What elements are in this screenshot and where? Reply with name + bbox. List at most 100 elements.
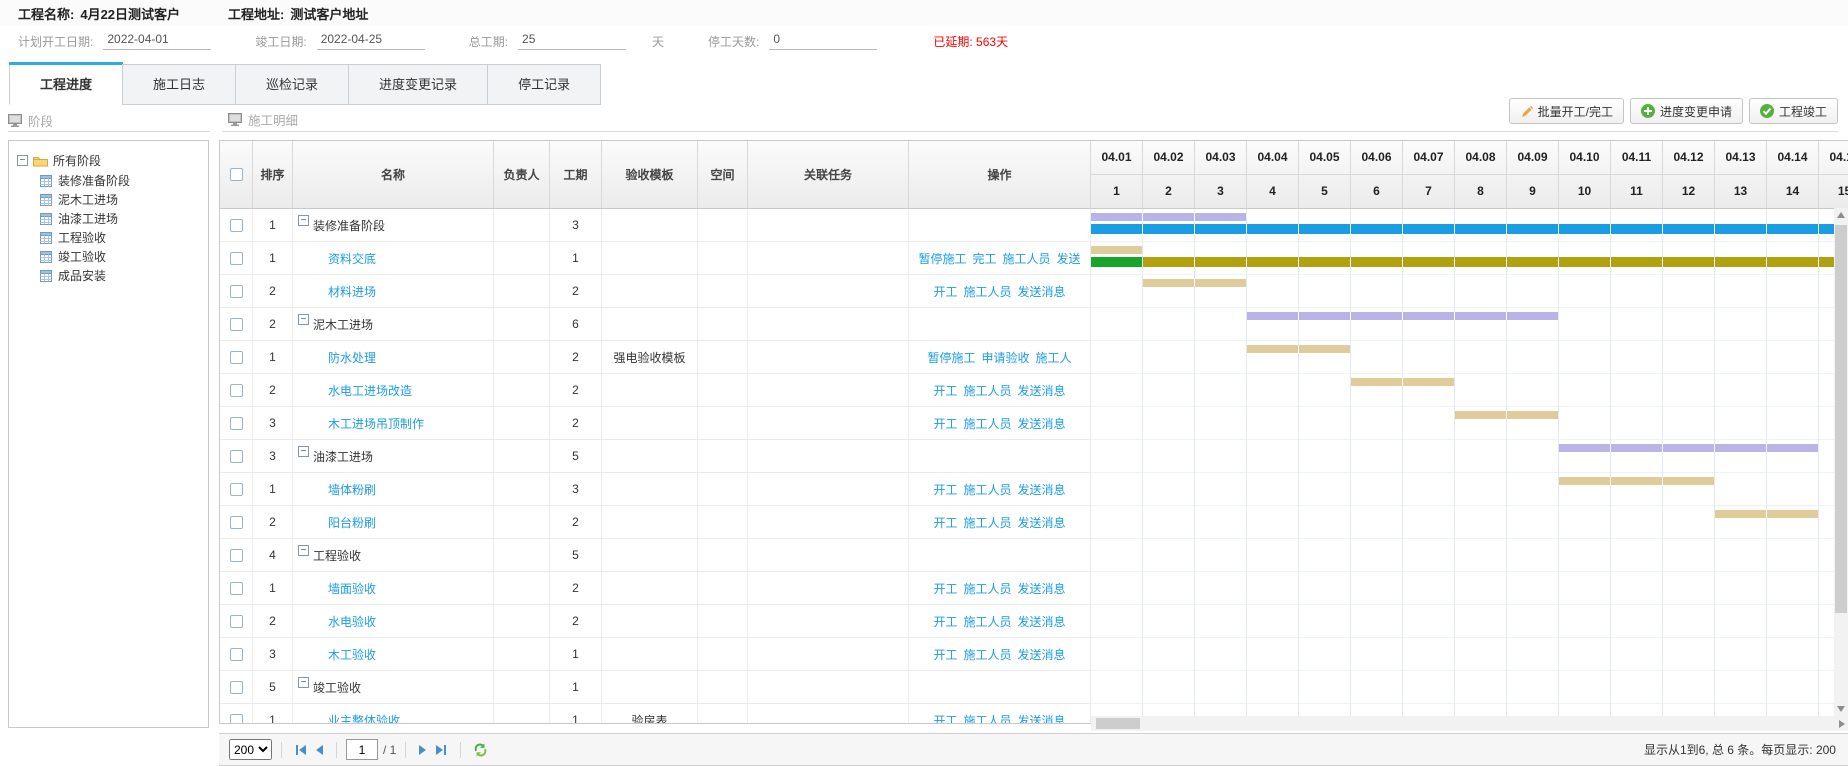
collapse-icon[interactable]: − (17, 155, 28, 166)
gantt-bar-planned[interactable] (1351, 378, 1454, 386)
select-all-checkbox[interactable] (230, 168, 243, 181)
page-size-select[interactable]: 200 (229, 739, 272, 760)
op-link-开工[interactable]: 开工 (933, 646, 957, 663)
horizontal-scrollbar-thumb[interactable] (1096, 718, 1140, 729)
row-name-link[interactable]: 资料交底 (328, 250, 376, 267)
row-checkbox[interactable] (230, 219, 243, 232)
tree-item-竣工验收[interactable]: 竣工验收 (9, 247, 208, 266)
op-link-施工人[interactable]: 施工人 (1036, 349, 1072, 366)
op-link-施工人员[interactable]: 施工人员 (963, 580, 1011, 597)
row-name-link[interactable]: 防水处理 (328, 349, 376, 366)
button-进度变更申请[interactable]: 进度变更申请 (1630, 98, 1743, 124)
row-checkbox[interactable] (230, 648, 243, 661)
op-link-发送消息[interactable]: 发送消息 (1018, 712, 1066, 725)
op-link-完工[interactable]: 完工 (972, 250, 996, 267)
tab-巡检记录[interactable]: 巡检记录 (235, 64, 349, 105)
op-link-发送消息[interactable]: 发送消息 (1018, 514, 1066, 531)
gantt-bar-actual[interactable] (1091, 257, 1142, 267)
row-checkbox[interactable] (230, 318, 243, 331)
tree-item-工程验收[interactable]: 工程验收 (9, 228, 208, 247)
gantt-bar-planned[interactable] (1143, 279, 1246, 287)
vertical-scrollbar-thumb[interactable] (1835, 225, 1847, 613)
op-link-发送消息[interactable]: 发送消息 (1018, 283, 1066, 300)
op-link-开工[interactable]: 开工 (933, 415, 957, 432)
op-link-发送消息[interactable]: 发送消息 (1018, 613, 1066, 630)
op-link-开工[interactable]: 开工 (933, 514, 957, 531)
op-link-施工人员[interactable]: 施工人员 (963, 514, 1011, 531)
row-checkbox[interactable] (230, 351, 243, 364)
collapse-icon[interactable]: − (298, 314, 309, 325)
field-value[interactable]: 0 (769, 32, 877, 50)
row-name-link[interactable]: 木工验收 (328, 646, 376, 663)
page-number-input[interactable] (346, 739, 378, 760)
op-link-发送消息[interactable]: 发送消息 (1018, 646, 1066, 663)
scroll-down-icon[interactable] (1837, 706, 1845, 712)
tab-施工日志[interactable]: 施工日志 (122, 64, 236, 105)
row-name-link[interactable]: 水电工进场改造 (328, 382, 412, 399)
row-checkbox[interactable] (230, 285, 243, 298)
button-工程竣工[interactable]: 工程竣工 (1749, 98, 1838, 124)
field-value[interactable]: 2022-04-01 (103, 32, 211, 50)
row-checkbox[interactable] (230, 615, 243, 628)
op-link-施工人员[interactable]: 施工人员 (1003, 250, 1051, 267)
op-link-施工人员[interactable]: 施工人员 (963, 382, 1011, 399)
op-link-施工人员[interactable]: 施工人员 (963, 646, 1011, 663)
row-name-link[interactable]: 墙体粉刷 (328, 481, 376, 498)
tree-item-泥木工进场[interactable]: 泥木工进场 (9, 190, 208, 209)
tree-root-all-stages[interactable]: − 所有阶段 (9, 150, 208, 171)
field-value[interactable]: 2022-04-25 (317, 32, 425, 50)
horizontal-scrollbar[interactable] (1091, 716, 1848, 731)
row-checkbox[interactable] (230, 549, 243, 562)
gantt-bar-actual[interactable] (1143, 257, 1848, 267)
row-checkbox[interactable] (230, 516, 243, 529)
op-link-施工人员[interactable]: 施工人员 (963, 613, 1011, 630)
row-checkbox[interactable] (230, 582, 243, 595)
refresh-button[interactable] (470, 741, 491, 759)
row-checkbox[interactable] (230, 714, 243, 725)
op-link-发送消息[interactable]: 发送消息 (1018, 382, 1066, 399)
tree-item-装修准备阶段[interactable]: 装修准备阶段 (9, 171, 208, 190)
collapse-icon[interactable]: − (298, 545, 309, 556)
collapse-icon[interactable]: − (298, 677, 309, 688)
op-link-申请验收[interactable]: 申请验收 (981, 349, 1029, 366)
button-批量开工/完工[interactable]: 批量开工/完工 (1509, 98, 1624, 124)
op-link-施工人员[interactable]: 施工人员 (963, 283, 1011, 300)
op-link-开工[interactable]: 开工 (933, 382, 957, 399)
first-page-button[interactable] (291, 742, 311, 758)
gantt-bar-planned[interactable] (1559, 477, 1714, 485)
field-value[interactable]: 25 (518, 32, 626, 50)
tab-停工记录[interactable]: 停工记录 (487, 64, 601, 105)
last-page-button[interactable] (431, 742, 451, 758)
tree-item-油漆工进场[interactable]: 油漆工进场 (9, 209, 208, 228)
gantt-bar-planned[interactable] (1247, 312, 1558, 320)
tree-item-成品安装[interactable]: 成品安装 (9, 266, 208, 285)
gantt-bar-planned[interactable] (1559, 444, 1818, 452)
row-name-link[interactable]: 阳台粉刷 (328, 514, 376, 531)
scroll-right-icon[interactable] (1839, 720, 1845, 728)
row-checkbox[interactable] (230, 450, 243, 463)
row-checkbox[interactable] (230, 417, 243, 430)
op-link-施工人员[interactable]: 施工人员 (963, 481, 1011, 498)
row-name-link[interactable]: 水电验收 (328, 613, 376, 630)
row-checkbox[interactable] (230, 384, 243, 397)
op-link-开工[interactable]: 开工 (933, 712, 957, 725)
tab-工程进度[interactable]: 工程进度 (9, 64, 123, 105)
op-link-开工[interactable]: 开工 (933, 613, 957, 630)
prev-page-button[interactable] (311, 742, 327, 758)
row-name-link[interactable]: 业主整体验收 (328, 712, 400, 725)
op-link-发送消息[interactable]: 发送消息 (1018, 580, 1066, 597)
op-link-施工人员[interactable]: 施工人员 (963, 712, 1011, 725)
gantt-bar-planned[interactable] (1091, 213, 1246, 221)
gantt-bar-planned[interactable] (1091, 246, 1142, 254)
collapse-icon[interactable]: − (298, 446, 309, 457)
next-page-button[interactable] (415, 742, 431, 758)
row-name-link[interactable]: 木工进场吊顶制作 (328, 415, 424, 432)
gantt-bar-actual[interactable] (1091, 224, 1848, 234)
row-name-link[interactable]: 墙面验收 (328, 580, 376, 597)
op-link-暂停施工[interactable]: 暂停施工 (927, 349, 975, 366)
op-link-施工人员[interactable]: 施工人员 (963, 415, 1011, 432)
row-name-link[interactable]: 材料进场 (328, 283, 376, 300)
gantt-bar-planned[interactable] (1247, 345, 1350, 353)
row-checkbox[interactable] (230, 483, 243, 496)
scroll-up-icon[interactable] (1837, 212, 1845, 218)
